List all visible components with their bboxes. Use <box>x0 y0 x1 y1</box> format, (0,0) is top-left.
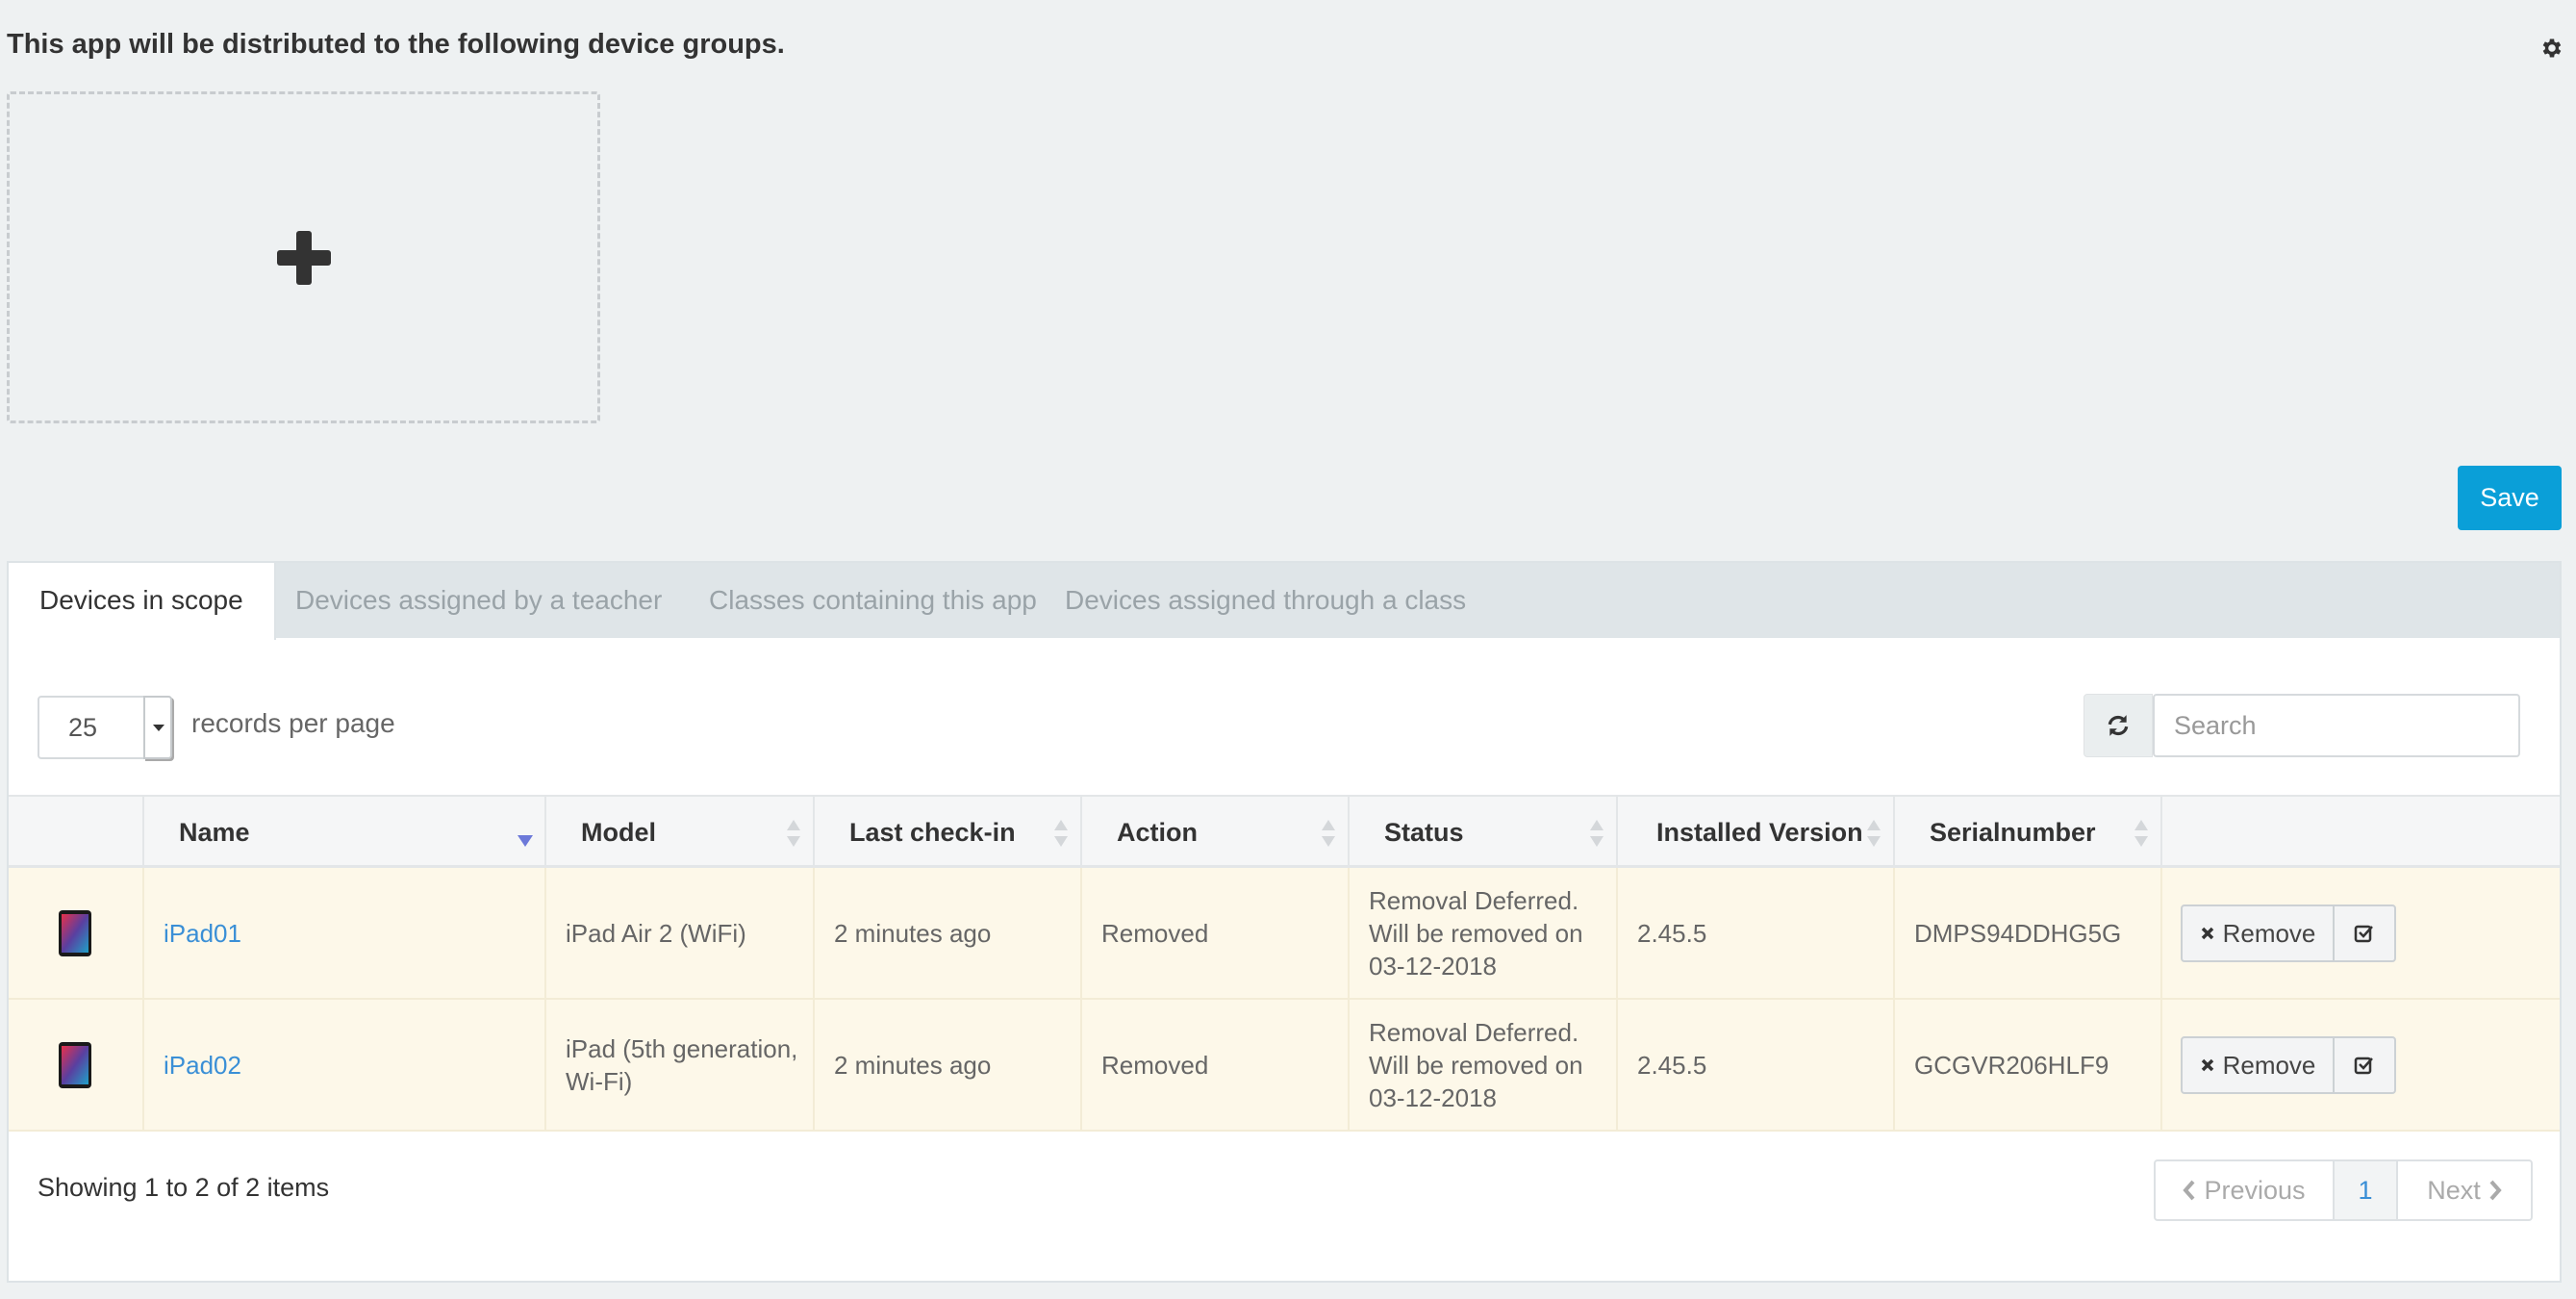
sort-icon[interactable] <box>1866 818 1881 849</box>
device-name-link[interactable]: iPad01 <box>164 917 241 950</box>
pagination: Previous 1 Next <box>2154 1159 2533 1221</box>
status-cell: Removal Deferred. Will be removed on 03-… <box>1350 1000 1618 1130</box>
sort-icon[interactable] <box>786 818 801 849</box>
column-last-checkin[interactable]: Last check-in <box>815 797 1082 868</box>
action-value: Removed <box>1101 919 1209 948</box>
table-header: Name Model Last check-in Action Status I… <box>9 795 2560 868</box>
tab-devices-assigned-through-class[interactable]: Devices assigned through a class <box>1034 563 1497 638</box>
remove-button-label: Remove <box>2222 918 2316 948</box>
column-actions <box>2162 797 2562 868</box>
table-row: iPad02 iPad (5th generation, Wi-Fi) 2 mi… <box>9 1000 2560 1132</box>
records-per-page-select[interactable]: 25 <box>38 696 172 759</box>
previous-label: Previous <box>2204 1175 2306 1205</box>
close-icon <box>2201 927 2213 940</box>
device-model: iPad Air 2 (WiFi) <box>566 919 746 948</box>
status-value: Removal Deferred. Will be removed on 03-… <box>1369 886 1583 981</box>
column-installed-version-label: Installed Version <box>1656 818 1863 847</box>
search-input[interactable] <box>2153 694 2520 757</box>
add-device-group-dropzone[interactable] <box>7 91 600 423</box>
close-icon <box>2201 1058 2213 1072</box>
action-cell: Removed <box>1082 868 1350 998</box>
chevron-right-icon <box>2489 1180 2502 1201</box>
installed-version: 2.45.5 <box>1637 1051 1707 1080</box>
page-1-button[interactable]: 1 <box>2333 1159 2398 1221</box>
plus-icon <box>276 230 331 285</box>
sort-icon[interactable] <box>1053 818 1069 849</box>
confirm-button[interactable] <box>2333 1036 2396 1094</box>
tab-devices-assigned-by-teacher[interactable]: Devices assigned by a teacher <box>265 563 693 638</box>
column-installed-version[interactable]: Installed Version <box>1618 797 1895 868</box>
sort-icon[interactable] <box>1321 818 1336 849</box>
column-name[interactable]: Name <box>144 797 546 868</box>
next-page-button[interactable]: Next <box>2396 1159 2533 1221</box>
sort-icon[interactable] <box>2134 818 2149 849</box>
distribution-heading: This app will be distributed to the foll… <box>7 29 785 60</box>
last-checkin: 2 minutes ago <box>834 1051 992 1080</box>
check-square-icon <box>2354 925 2373 943</box>
column-action[interactable]: Action <box>1082 797 1350 868</box>
column-icon <box>9 797 144 868</box>
previous-page-button[interactable]: Previous <box>2154 1159 2335 1221</box>
column-model-label: Model <box>581 818 656 847</box>
records-per-page-label: records per page <box>191 708 395 738</box>
ipad-icon <box>59 910 91 956</box>
tab-classes-containing-app[interactable]: Classes containing this app <box>678 563 1068 638</box>
action-value: Removed <box>1101 1051 1209 1080</box>
devices-panel: Devices in scope Devices assigned by a t… <box>7 561 2562 1283</box>
model-cell: iPad (5th generation, Wi-Fi) <box>546 1000 815 1130</box>
device-icon-cell <box>9 1000 144 1130</box>
remove-button[interactable]: Remove <box>2181 904 2335 962</box>
chevron-left-icon <box>2183 1180 2195 1201</box>
ipad-icon <box>59 1042 91 1088</box>
sort-descending-icon[interactable] <box>518 833 533 849</box>
status-value: Removal Deferred. Will be removed on 03-… <box>1369 1018 1583 1112</box>
save-button[interactable]: Save <box>2458 466 2562 530</box>
device-icon-cell <box>9 868 144 998</box>
serial-number: GCGVR206HLF9 <box>1914 1051 2109 1080</box>
remove-button[interactable]: Remove <box>2181 1036 2335 1094</box>
status-cell: Removal Deferred. Will be removed on 03-… <box>1350 868 1618 998</box>
name-cell: iPad02 <box>144 1000 546 1130</box>
table-row: iPad01 iPad Air 2 (WiFi) 2 minutes ago R… <box>9 868 2560 1000</box>
records-per-page-toggle[interactable] <box>143 696 172 759</box>
tab-bar: Devices in scope Devices assigned by a t… <box>9 563 2560 640</box>
version-cell: 2.45.5 <box>1618 868 1895 998</box>
refresh-icon <box>2108 715 2129 736</box>
remove-button-label: Remove <box>2222 1050 2316 1080</box>
last-checkin-cell: 2 minutes ago <box>815 868 1082 998</box>
device-name-link[interactable]: iPad02 <box>164 1049 241 1082</box>
check-square-icon <box>2354 1057 2373 1075</box>
records-per-page-value: 25 <box>68 713 98 742</box>
column-status-label: Status <box>1384 818 1464 847</box>
column-action-label: Action <box>1117 818 1198 847</box>
serial-cell: GCGVR206HLF9 <box>1895 1000 2162 1130</box>
version-cell: 2.45.5 <box>1618 1000 1895 1130</box>
installed-version: 2.45.5 <box>1637 919 1707 948</box>
device-model: iPad (5th generation, Wi-Fi) <box>566 1034 798 1096</box>
action-cell: Removed <box>1082 1000 1350 1130</box>
refresh-button[interactable] <box>2084 694 2153 757</box>
last-checkin: 2 minutes ago <box>834 919 992 948</box>
column-serialnumber[interactable]: Serialnumber <box>1895 797 2162 868</box>
model-cell: iPad Air 2 (WiFi) <box>546 868 815 998</box>
serial-number: DMPS94DDHG5G <box>1914 919 2122 948</box>
tab-devices-in-scope[interactable]: Devices in scope <box>9 563 276 640</box>
serial-cell: DMPS94DDHG5G <box>1895 868 2162 998</box>
pagination-info: Showing 1 to 2 of 2 items <box>38 1173 330 1202</box>
column-last-checkin-label: Last check-in <box>849 818 1016 847</box>
gear-icon[interactable] <box>2539 36 2564 61</box>
last-checkin-cell: 2 minutes ago <box>815 1000 1082 1130</box>
confirm-button[interactable] <box>2333 904 2396 962</box>
sort-icon[interactable] <box>1589 818 1604 849</box>
next-label: Next <box>2427 1175 2481 1205</box>
caret-down-icon <box>153 725 164 731</box>
column-status[interactable]: Status <box>1350 797 1618 868</box>
column-name-label: Name <box>179 818 250 847</box>
column-serialnumber-label: Serialnumber <box>1930 818 2096 847</box>
name-cell: iPad01 <box>144 868 546 998</box>
column-model[interactable]: Model <box>546 797 815 868</box>
